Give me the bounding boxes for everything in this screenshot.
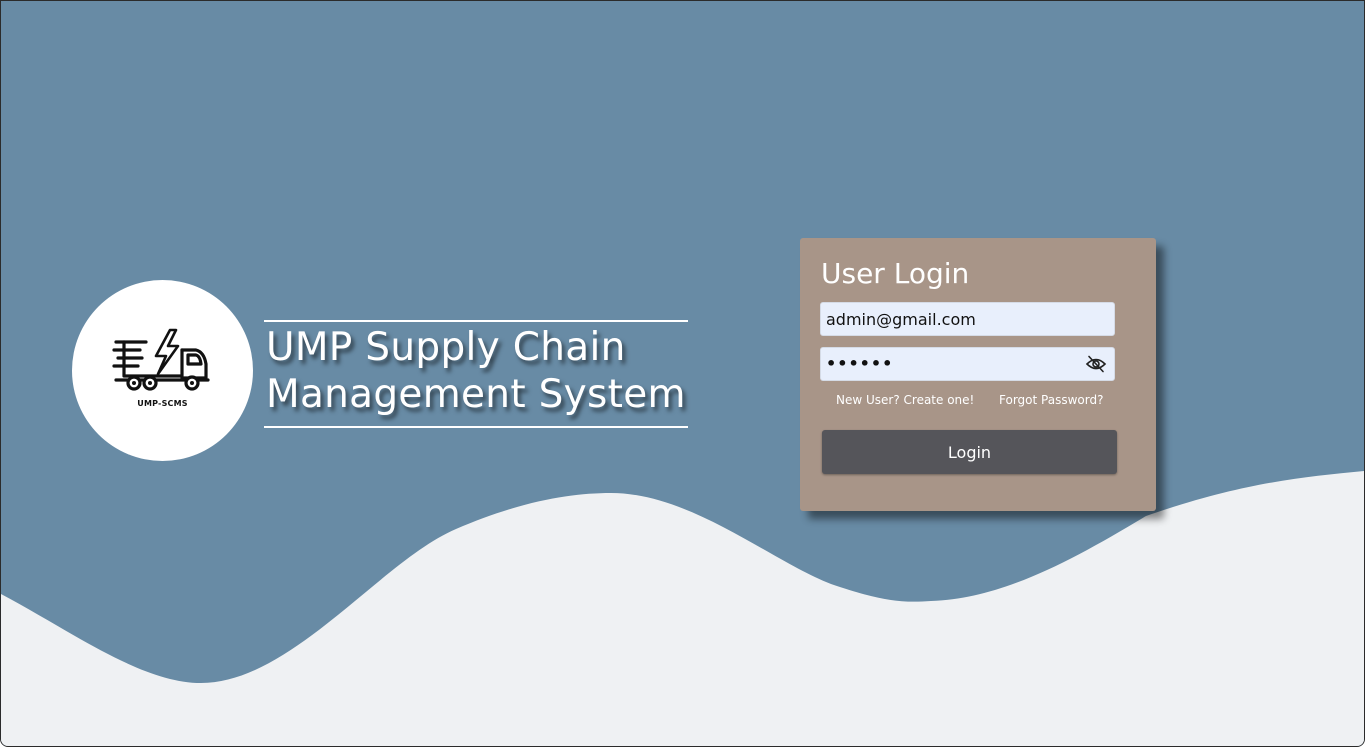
login-page: UMP-SCMS UMP Supply Chain Management Sys… <box>0 0 1365 747</box>
login-card: User Login •••••• New User? Create one! … <box>800 238 1156 511</box>
email-field[interactable] <box>820 302 1115 336</box>
app-title: UMP Supply Chain Management System <box>264 320 688 428</box>
login-button[interactable]: Login <box>822 430 1117 474</box>
eye-slash-icon[interactable] <box>1085 355 1107 373</box>
password-field[interactable]: •••••• <box>820 347 1115 381</box>
app-title-line-2: Management System <box>266 372 686 417</box>
logo-text: UMP-SCMS <box>137 399 188 408</box>
delivery-truck-lightning-icon <box>112 328 210 391</box>
forgot-password-link[interactable]: Forgot Password? <box>999 393 1103 407</box>
login-heading: User Login <box>821 257 970 290</box>
app-title-line-1: UMP Supply Chain <box>266 325 626 370</box>
create-account-link[interactable]: New User? Create one! <box>836 393 974 407</box>
logo-badge: UMP-SCMS <box>72 280 253 461</box>
